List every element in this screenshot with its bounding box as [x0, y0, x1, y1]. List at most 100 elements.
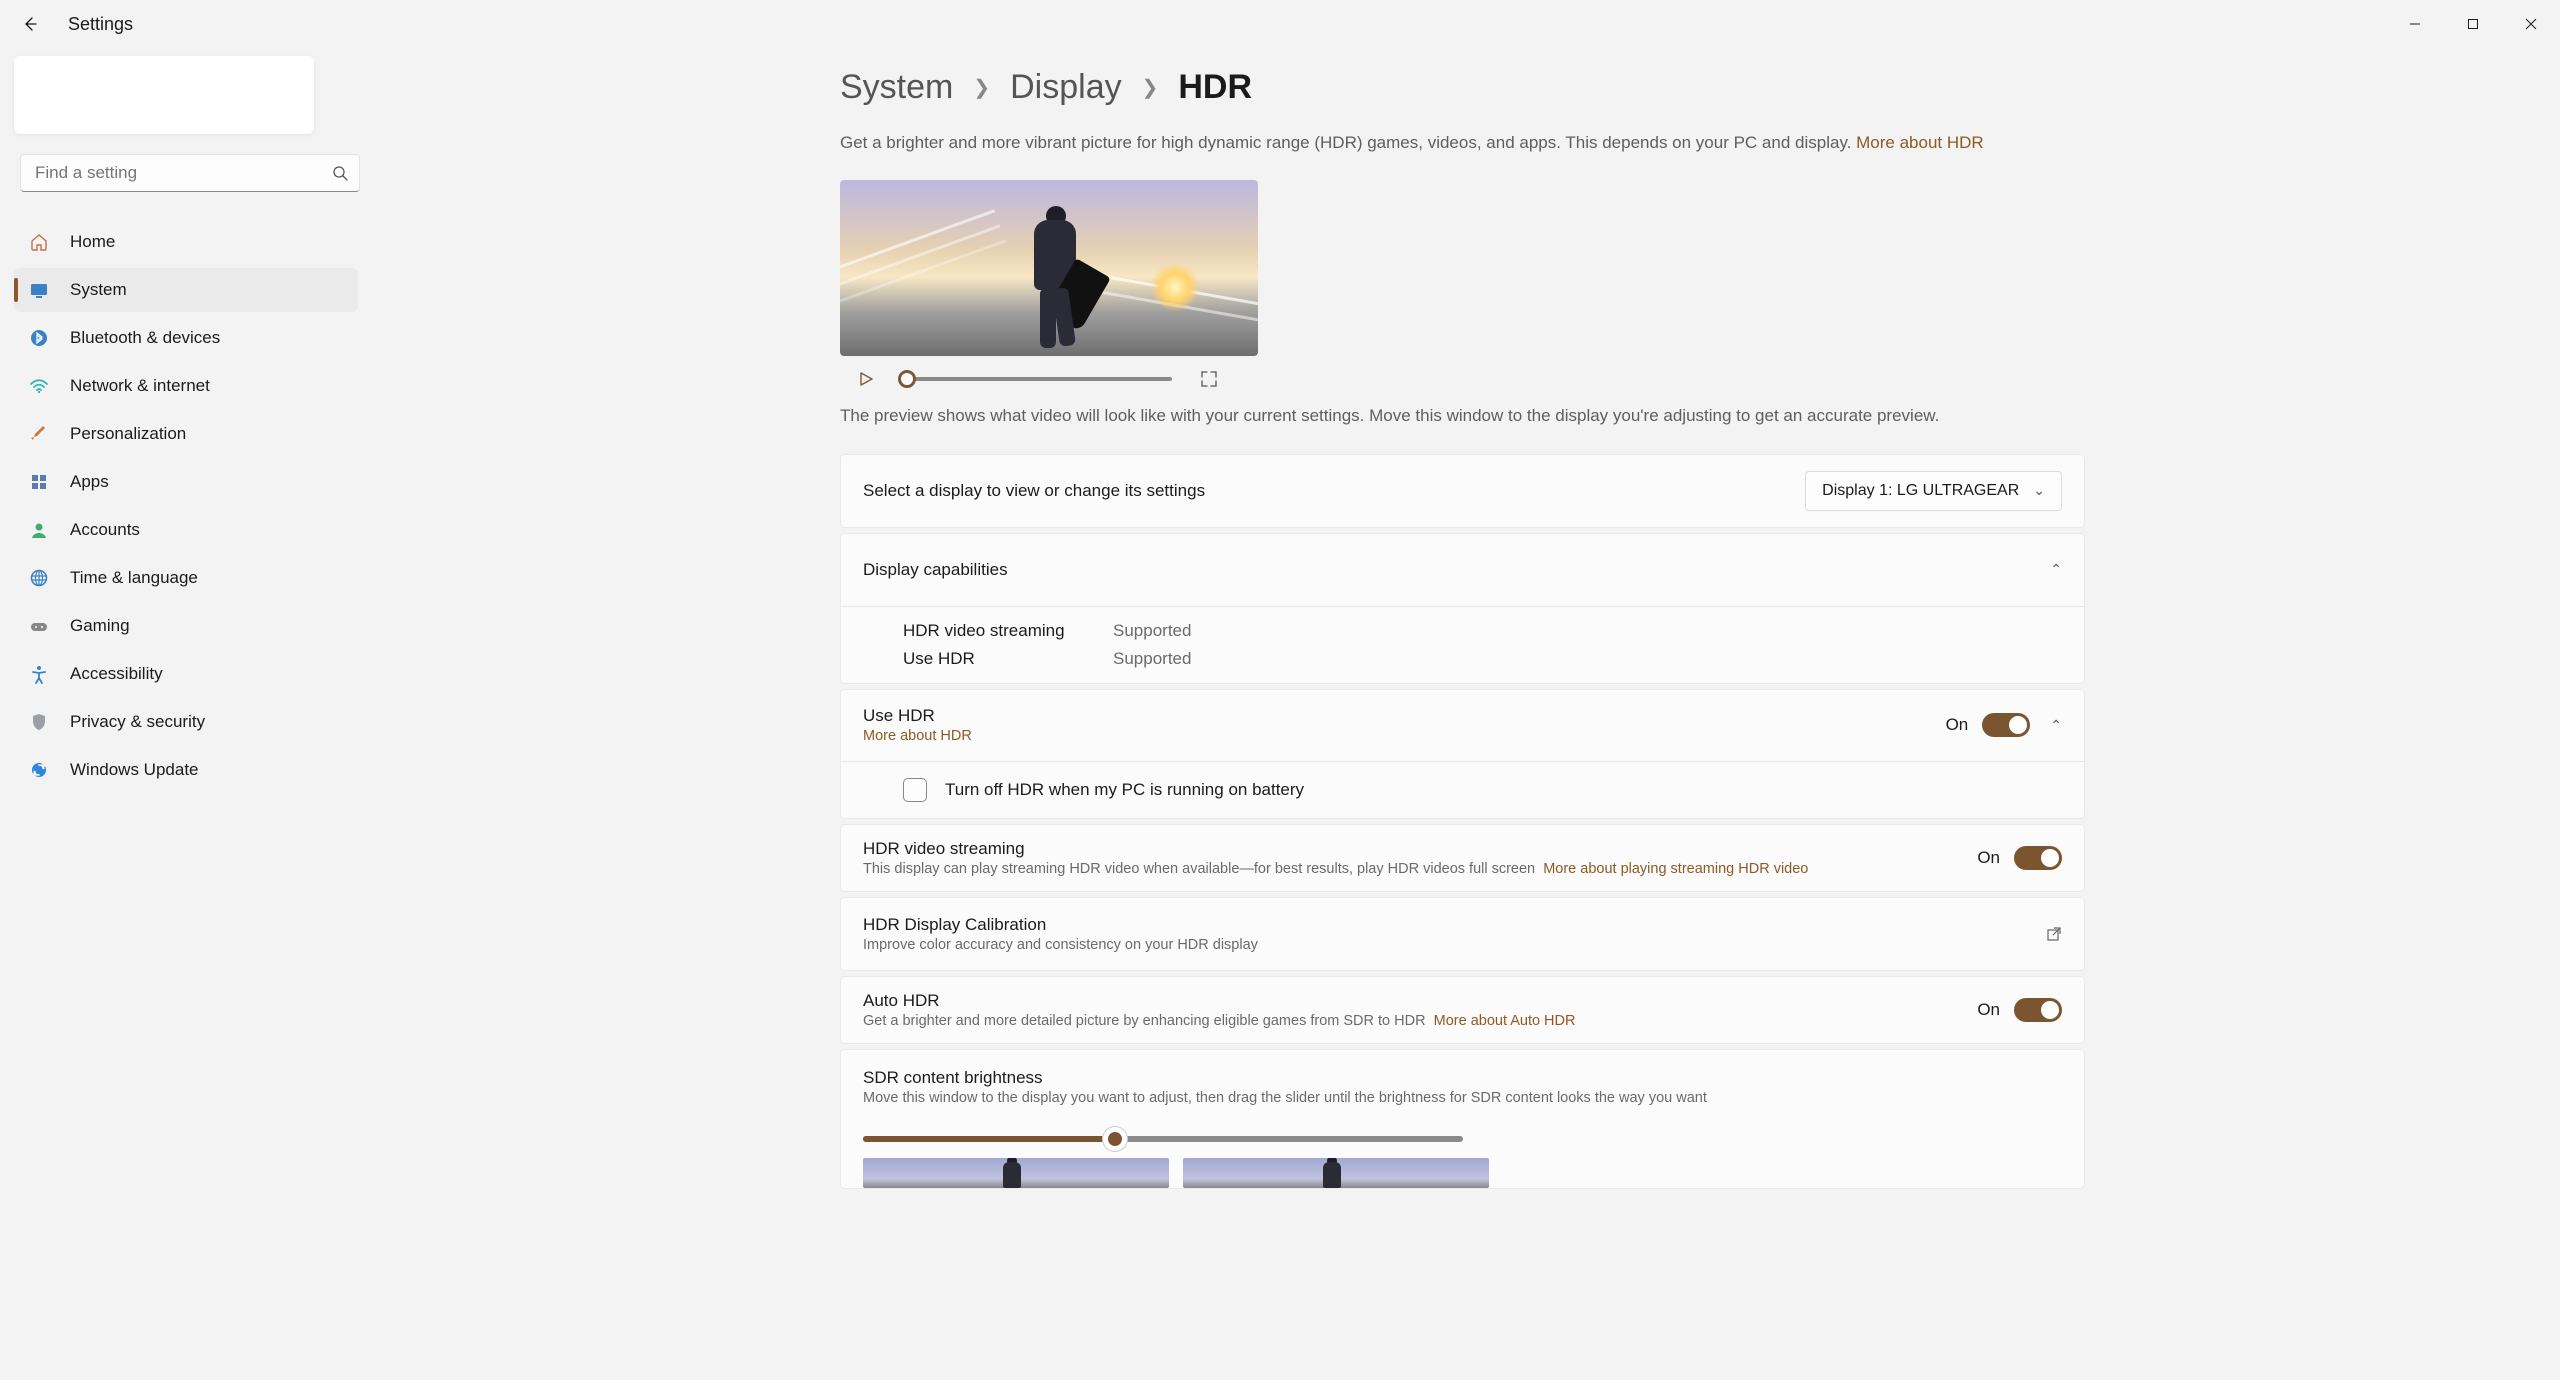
nav-label: Accounts	[70, 520, 140, 540]
preview-seek-slider[interactable]	[902, 377, 1172, 381]
crumb-system[interactable]: System	[840, 68, 953, 107]
display-select-dropdown[interactable]: Display 1: LG ULTRAGEAR ⌄	[1805, 471, 2062, 511]
calibration-card[interactable]: HDR Display Calibration Improve color ac…	[840, 897, 2085, 971]
use-hdr-link[interactable]: More about HDR	[863, 728, 972, 744]
stream-link[interactable]: More about playing streaming HDR video	[1543, 861, 1808, 877]
nav-label: Bluetooth & devices	[70, 328, 220, 348]
nav-apps[interactable]: Apps	[14, 460, 358, 504]
auto-hdr-toggle[interactable]	[2014, 998, 2062, 1022]
nav-personalization[interactable]: Personalization	[14, 412, 358, 456]
wifi-icon	[28, 375, 50, 397]
breadcrumb: System ❯ Display ❯ HDR	[840, 68, 2520, 107]
sidebar: Home System Bluetooth & devices Network …	[0, 48, 370, 1380]
search-icon	[332, 165, 348, 181]
apps-icon	[28, 471, 50, 493]
stream-toggle[interactable]	[2014, 846, 2062, 870]
nav-label: Personalization	[70, 424, 186, 444]
bluetooth-icon	[28, 327, 50, 349]
display-capabilities-card: Display capabilities ⌃ HDR video streami…	[840, 533, 2085, 684]
back-button[interactable]	[16, 10, 44, 38]
globe-icon	[28, 567, 50, 589]
stream-state: On	[1977, 848, 2000, 868]
hdr-stream-card: HDR video streaming This display can pla…	[840, 824, 2085, 892]
calibration-desc: Improve color accuracy and consistency o…	[863, 937, 1258, 953]
auto-hdr-title: Auto HDR	[863, 991, 1575, 1011]
capabilities-title: Display capabilities	[863, 560, 1008, 580]
update-icon	[28, 759, 50, 781]
intro-text: Get a brighter and more vibrant picture …	[840, 131, 2090, 156]
nav-gaming[interactable]: Gaming	[14, 604, 358, 648]
play-button[interactable]	[858, 371, 874, 387]
use-hdr-toggle[interactable]	[1982, 713, 2030, 737]
minimize-icon	[2409, 18, 2421, 30]
slider-thumb[interactable]	[1108, 1132, 1122, 1146]
nav-label: Apps	[70, 472, 109, 492]
home-icon	[28, 231, 50, 253]
use-hdr-title: Use HDR	[863, 706, 972, 726]
crumb-display[interactable]: Display	[1010, 68, 1121, 107]
intro-body: Get a brighter and more vibrant picture …	[840, 133, 1856, 152]
close-button[interactable]	[2502, 4, 2560, 44]
minimize-button[interactable]	[2386, 4, 2444, 44]
app-title: Settings	[68, 14, 133, 35]
open-external-icon	[2046, 926, 2062, 942]
nav-label: Gaming	[70, 616, 130, 636]
nav-time-lang[interactable]: Time & language	[14, 556, 358, 600]
use-hdr-state: On	[1946, 715, 1969, 735]
sdr-brightness-slider[interactable]	[863, 1136, 1463, 1142]
stream-title: HDR video streaming	[863, 839, 1808, 859]
display-select-card: Select a display to view or change its s…	[840, 454, 2085, 528]
nav-network[interactable]: Network & internet	[14, 364, 358, 408]
search-wrap	[20, 154, 360, 192]
play-icon	[858, 371, 874, 387]
nav-home[interactable]: Home	[14, 220, 358, 264]
cap-key: Use HDR	[903, 649, 1113, 669]
maximize-button[interactable]	[2444, 4, 2502, 44]
person-icon	[28, 519, 50, 541]
title-bar: Settings	[0, 0, 2560, 48]
more-about-hdr-link[interactable]: More about HDR	[1856, 133, 1984, 152]
use-hdr-header[interactable]: Use HDR More about HDR On ⌃	[841, 690, 2084, 761]
display-select-label: Select a display to view or change its s…	[863, 481, 1205, 501]
chevron-up-icon: ⌃	[2050, 717, 2062, 734]
display-select-value: Display 1: LG ULTRAGEAR	[1822, 482, 2019, 500]
sdr-brightness-card: SDR content brightness Move this window …	[840, 1049, 2085, 1189]
fullscreen-button[interactable]	[1200, 370, 1218, 388]
chevron-down-icon: ⌄	[2033, 482, 2045, 499]
nav-privacy[interactable]: Privacy & security	[14, 700, 358, 744]
sdr-preview-images	[863, 1158, 2062, 1188]
expand-icon	[1200, 370, 1218, 388]
nav-windows-update[interactable]: Windows Update	[14, 748, 358, 792]
battery-hdr-checkbox[interactable]	[903, 778, 927, 802]
nav-label: System	[70, 280, 127, 300]
stream-desc: This display can play streaming HDR vide…	[863, 861, 1808, 877]
chevron-up-icon: ⌃	[2050, 561, 2062, 578]
cap-val: Supported	[1113, 649, 2062, 669]
search-input[interactable]	[20, 154, 360, 192]
crumb-hdr: HDR	[1178, 68, 1252, 107]
slider-thumb[interactable]	[898, 370, 916, 388]
gamepad-icon	[28, 615, 50, 637]
use-hdr-card: Use HDR More about HDR On ⌃ Turn off HDR…	[840, 689, 2085, 819]
auto-hdr-card: Auto HDR Get a brighter and more detaile…	[840, 976, 2085, 1044]
cap-val: Supported	[1113, 621, 2062, 641]
battery-hdr-row: Turn off HDR when my PC is running on ba…	[841, 761, 2084, 818]
nav-accounts[interactable]: Accounts	[14, 508, 358, 552]
sdr-desc: Move this window to the display you want…	[863, 1090, 2062, 1106]
auto-hdr-link[interactable]: More about Auto HDR	[1434, 1013, 1576, 1029]
capabilities-header[interactable]: Display capabilities ⌃	[841, 534, 2084, 606]
preview-note: The preview shows what video will look l…	[840, 406, 2520, 426]
auto-hdr-state: On	[1977, 1000, 2000, 1020]
nav-bluetooth[interactable]: Bluetooth & devices	[14, 316, 358, 360]
sdr-title: SDR content brightness	[863, 1068, 2062, 1088]
sdr-preview-after	[1183, 1158, 1489, 1188]
auto-hdr-desc: Get a brighter and more detailed picture…	[863, 1013, 1575, 1029]
calibration-title: HDR Display Calibration	[863, 915, 1258, 935]
user-tile[interactable]	[14, 56, 314, 134]
nav-system[interactable]: System	[14, 268, 358, 312]
nav-label: Windows Update	[70, 760, 199, 780]
nav-accessibility[interactable]: Accessibility	[14, 652, 358, 696]
nav-label: Time & language	[70, 568, 198, 588]
sdr-preview-before	[863, 1158, 1169, 1188]
brush-icon	[28, 423, 50, 445]
